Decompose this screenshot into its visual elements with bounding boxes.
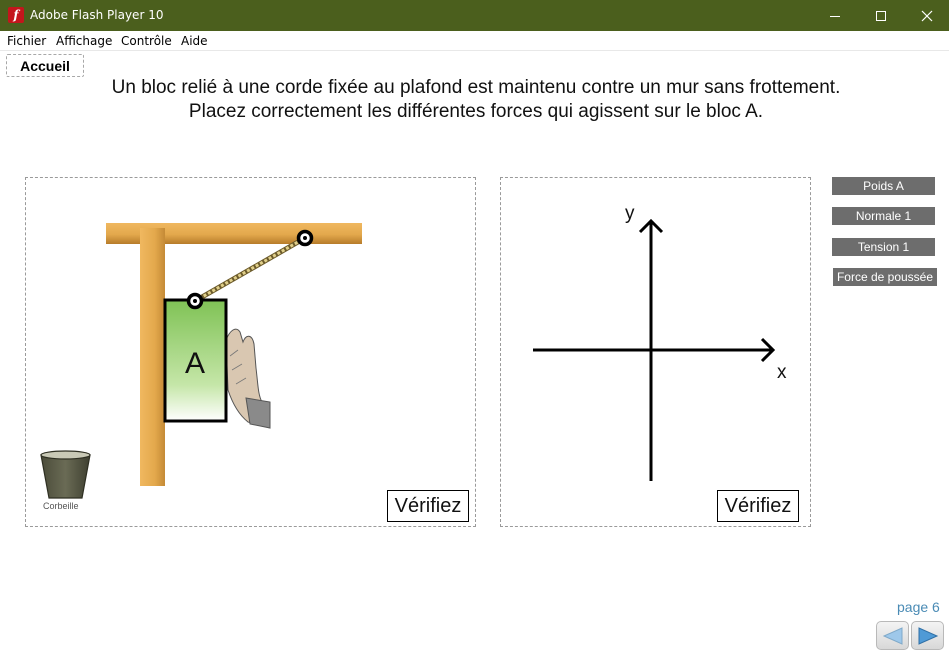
page-indicator: page 6 xyxy=(897,599,940,615)
bin-label: Corbeille xyxy=(43,501,79,511)
block-a-label: A xyxy=(185,347,205,380)
verify-diagram-button[interactable]: Vérifiez xyxy=(717,490,799,522)
hand-icon xyxy=(225,328,271,429)
force-tension-1-button[interactable]: Tension 1 xyxy=(832,238,935,256)
wall xyxy=(140,228,165,486)
diagram-panel xyxy=(500,177,811,527)
next-page-button[interactable] xyxy=(911,621,944,650)
next-arrow-icon xyxy=(918,626,938,645)
force-poussee-button[interactable]: Force de poussée xyxy=(833,268,937,286)
prev-arrow-icon xyxy=(882,626,902,645)
force-poids-a-button[interactable]: Poids A xyxy=(832,177,935,195)
previous-page-button[interactable] xyxy=(876,621,909,650)
force-normale-1-button[interactable]: Normale 1 xyxy=(832,207,935,225)
verify-scene-button[interactable]: Vérifiez xyxy=(387,490,469,522)
trash-bin-icon[interactable] xyxy=(40,450,91,499)
